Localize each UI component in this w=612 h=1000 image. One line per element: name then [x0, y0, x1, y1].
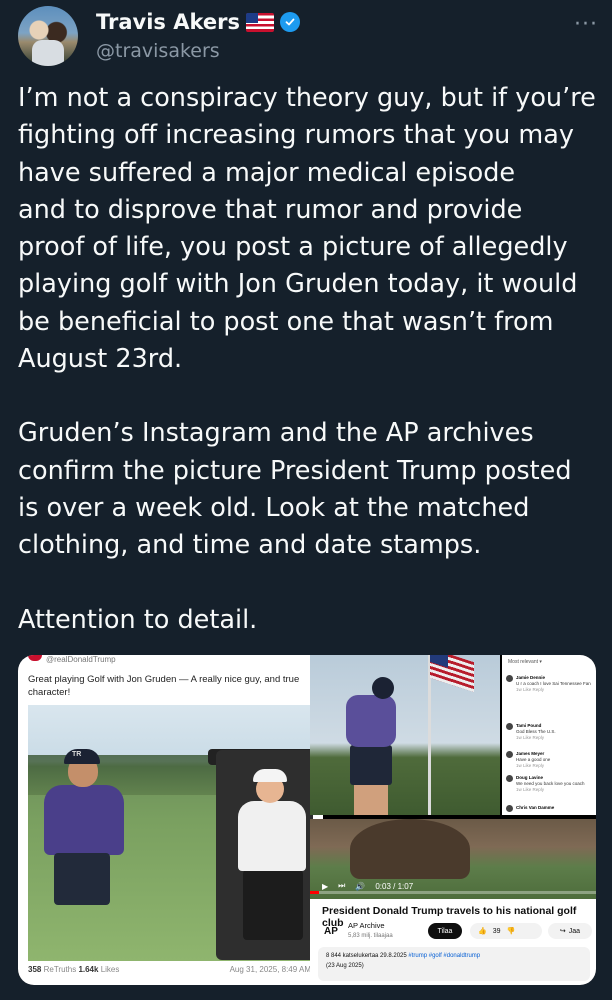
commenter-name: Jamie Dennie — [516, 675, 546, 680]
golfer-shorts — [350, 745, 392, 785]
thumbs-up-icon: 👍 — [478, 928, 487, 935]
verified-badge-icon[interactable] — [280, 12, 300, 32]
video-progress-fill — [310, 891, 319, 894]
us-flag-icon — [246, 12, 274, 32]
comment-text: We need you back love you coach — [516, 781, 585, 786]
tweet-media-collage[interactable]: @realDonaldTrump Great playing Golf with… — [18, 655, 596, 985]
subscriber-count: 5,83 milj. tilaajaa — [348, 933, 393, 939]
subscribe-button: Tilaa — [428, 923, 462, 939]
instagram-comments-panel: Most relevant ▾ Jamie Dennie U r a coach … — [502, 655, 596, 815]
video-hashtags: #trump #golf #donaldtrump — [408, 953, 481, 959]
author-name[interactable]: Travis Akers — [96, 10, 240, 34]
comment-meta: 1w Like Reply — [516, 687, 545, 692]
retruths-label: ReTruths — [43, 965, 77, 974]
upload-note: (23 Aug 2025) — [326, 963, 364, 969]
tweet-paragraph-2: Gruden’s Instagram and the AP archives c… — [18, 418, 572, 561]
trump-figure — [238, 801, 306, 871]
comment-item: Jamie Dennie U r a coach I love Sai Tenne… — [506, 675, 594, 693]
gruden-figure — [44, 785, 124, 855]
commenter-avatar — [506, 723, 513, 730]
channel-name: AP Archive — [348, 921, 385, 930]
golf-swing-photo — [310, 655, 500, 815]
comment-item: Chris Van Damme — [506, 805, 594, 812]
tweet-text: I’m not a conspiracy theory guy, but if … — [18, 80, 598, 639]
comment-item: James Meyer Have a good one 1w Like Reply — [506, 751, 594, 769]
golf-cart-photo: TR — [28, 705, 313, 961]
share-button: ↪ Jaa — [548, 923, 592, 939]
next-icon: ⏭ — [338, 881, 346, 890]
tweet-header: Travis Akers @travisakers ··· — [18, 6, 598, 66]
commenter-name: Chris Van Damme — [516, 805, 555, 810]
truth-post-date: Aug 31, 2025, 8:49 AM — [229, 965, 311, 974]
comment-text: God Bless The U.S. — [516, 729, 556, 734]
comment-meta: 1w Like Reply — [516, 735, 545, 740]
ap-archive-video-screenshot: ▶ ⏭ 🔊 0:03 / 1:07 President Donald Trump… — [310, 819, 596, 985]
trump-cap — [253, 769, 287, 782]
commenter-avatar — [506, 675, 513, 682]
like-count: 39 — [492, 927, 501, 935]
golfer-legs — [354, 783, 388, 815]
comment-meta: 1w Like Reply — [516, 787, 545, 792]
video-description: 8 844 katselukertaa 29.8.2025 #trump #go… — [318, 947, 590, 981]
tree-image — [350, 819, 470, 879]
ap-logo: AP — [324, 926, 338, 937]
comment-meta: 1w Like Reply — [516, 763, 545, 768]
thumbs-down-icon: 👎 — [506, 928, 516, 935]
truth-username: @realDonaldTrump — [28, 655, 116, 664]
share-icon: ↪ — [559, 928, 566, 935]
truth-post-text: Great playing Golf with Jon Gruden — A r… — [28, 674, 300, 698]
comment-text: U r a coach I love Sai Tennessee Fan — [516, 681, 591, 686]
video-progress-bar — [310, 891, 596, 894]
gruden-cap: TR — [64, 749, 100, 764]
american-flag-image — [430, 655, 474, 693]
likes-count: 1.64k — [78, 965, 99, 974]
comment-item: Doug Lavine We need you back love you coa… — [506, 775, 594, 793]
comment-item: Tami Pound God Bless The U.S. 1w Like Repl… — [506, 723, 594, 741]
retruths-count: 358 — [28, 965, 42, 974]
commenter-name: Tami Pound — [516, 723, 542, 728]
golfer-shirt — [346, 695, 396, 747]
author-name-row[interactable]: Travis Akers — [96, 10, 300, 34]
golfer-head — [372, 677, 394, 699]
comment-text: Have a good one — [516, 757, 551, 762]
truth-social-screenshot: @realDonaldTrump Great playing Golf with… — [18, 655, 323, 985]
volume-icon: 🔊 — [355, 881, 366, 891]
video-controls: ▶ ⏭ 🔊 0:03 / 1:07 — [322, 881, 413, 891]
commenter-avatar — [506, 775, 513, 782]
commenter-avatar — [506, 751, 513, 758]
commenter-name: Doug Lavine — [516, 775, 544, 780]
more-options-icon[interactable]: ··· — [574, 12, 598, 37]
comments-sort-label: Most relevant ▾ — [508, 659, 542, 665]
author-avatar[interactable] — [18, 6, 78, 66]
cap-text: TR — [72, 751, 82, 758]
tweet-paragraph-1: I’m not a conspiracy theory guy, but if … — [18, 83, 596, 375]
views-date: 8 844 katselukertaa 29.8.2025 — [326, 953, 407, 959]
commenter-avatar — [506, 805, 513, 812]
video-time: 0:03 / 1:07 — [375, 881, 414, 891]
tweet-paragraph-3: Attention to detail. — [18, 604, 258, 635]
commenter-name: James Meyer — [516, 751, 545, 756]
trump-legs — [243, 870, 303, 940]
like-dislike-pill: 👍 39 👎 — [470, 923, 542, 939]
likes-label: Likes — [100, 965, 120, 974]
gruden-shorts — [54, 853, 110, 905]
author-handle[interactable]: @travisakers — [96, 40, 220, 62]
share-label: Jaa — [568, 927, 581, 935]
truth-stats: 358 ReTruths 1.64k Likes — [28, 965, 119, 974]
play-icon: ▶ — [322, 881, 329, 891]
flag-pole — [428, 655, 431, 815]
